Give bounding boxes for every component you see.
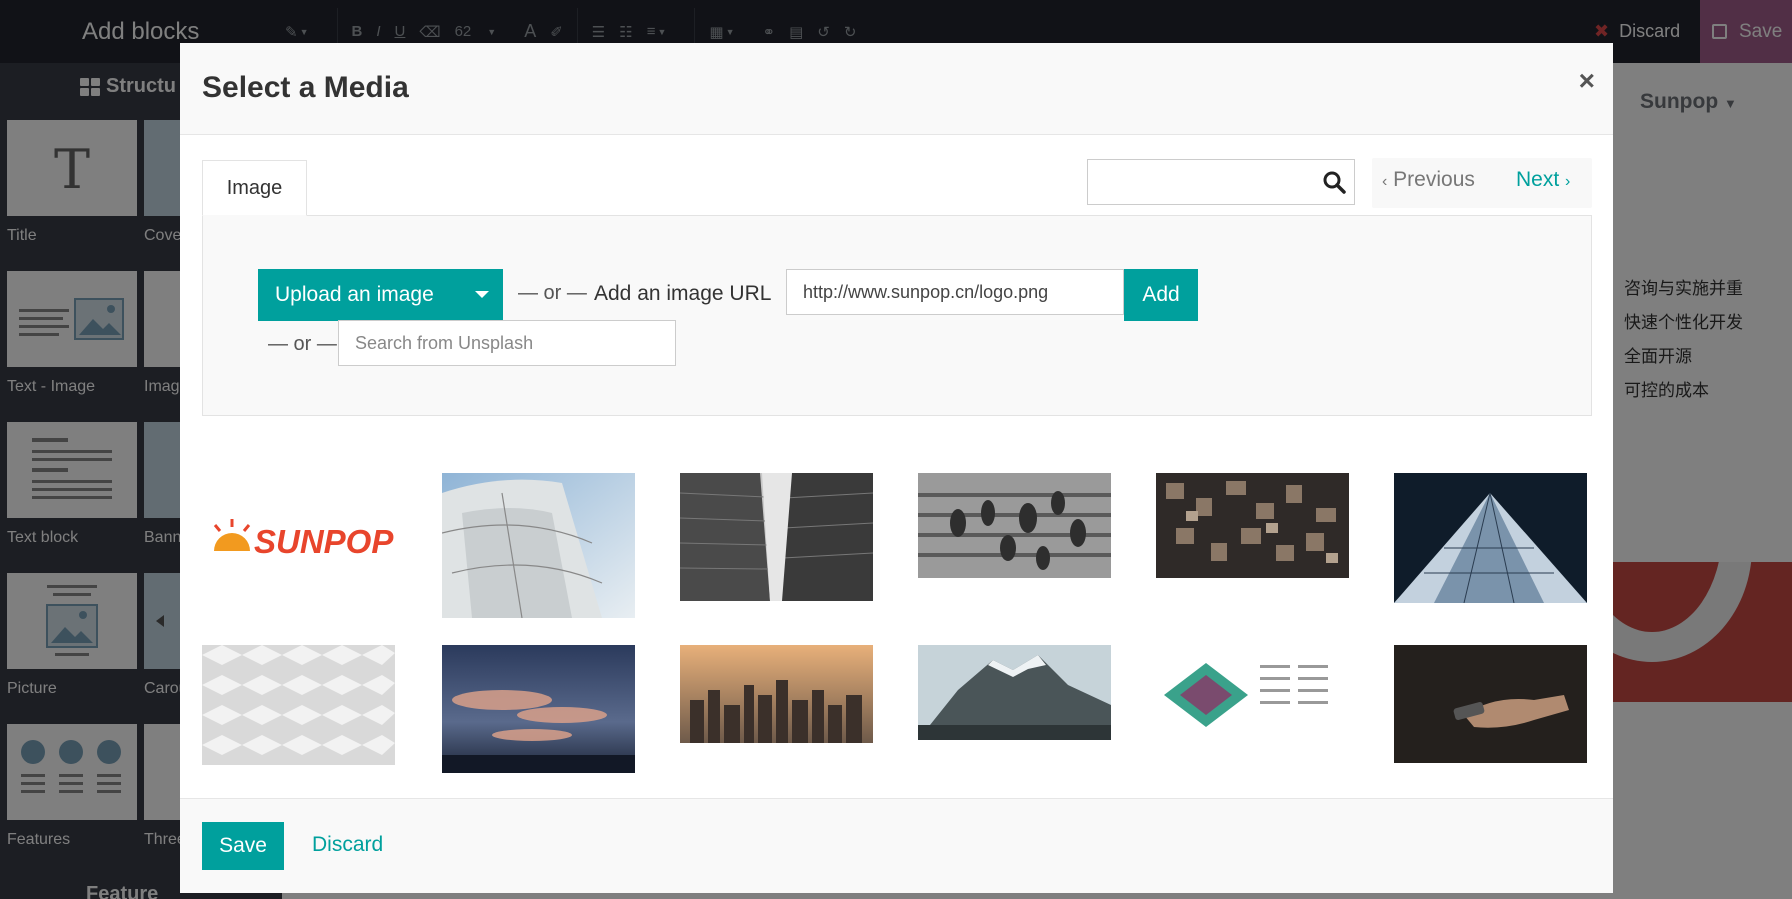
media-thumb-diagram-graphic[interactable] [1156, 645, 1349, 745]
search-icon[interactable] [1322, 170, 1346, 194]
modal-header: Select a Media × [180, 43, 1613, 135]
media-thumb-mountain[interactable] [918, 645, 1111, 740]
media-thumb-building-bw[interactable] [680, 473, 873, 601]
media-thumb-sunpop-logo[interactable]: SUNPOP [202, 473, 395, 593]
modal-title: Select a Media [202, 71, 409, 104]
media-thumb-crowd-stairs[interactable] [918, 473, 1111, 578]
unsplash-search-input[interactable] [338, 320, 676, 366]
previous-page-link[interactable]: ‹ Previous [1382, 168, 1475, 192]
save-button[interactable]: Save [202, 822, 284, 870]
tab-image[interactable]: Image [202, 160, 307, 216]
image-url-label: Add an image URL [594, 282, 772, 305]
chevron-right-icon: › [1565, 173, 1571, 190]
media-thumb-sail-sky[interactable] [442, 473, 635, 618]
sunpop-logo-text: SUNPOP [254, 523, 394, 560]
select-media-dialog: Select a Media × Image ‹ Previous Next ›… [180, 43, 1613, 893]
media-thumb-city-skyline[interactable] [680, 645, 873, 743]
upload-image-label: Upload an image [275, 283, 434, 306]
media-thumb-glass-skyscraper[interactable] [1394, 473, 1587, 603]
upload-panel: Upload an image — or — Add an image URL … [202, 216, 1592, 416]
previous-label: Previous [1393, 168, 1475, 191]
image-url-input[interactable] [786, 269, 1124, 315]
search-input[interactable] [1088, 160, 1308, 204]
add-url-button[interactable]: Add [1124, 269, 1198, 321]
media-thumb-white-facade[interactable] [202, 645, 395, 765]
modal-footer: Save Discard [180, 798, 1613, 893]
discard-button[interactable]: Discard [312, 833, 383, 857]
media-thumb-hand-phone[interactable] [1394, 645, 1587, 763]
close-icon[interactable]: × [1579, 65, 1595, 97]
media-search [1087, 159, 1355, 205]
or-separator: — or — [268, 333, 337, 355]
or-separator: — or — [518, 282, 587, 304]
media-thumb-type-blocks[interactable] [1156, 473, 1349, 578]
media-thumb-sunset-clouds[interactable] [442, 645, 635, 773]
upload-image-button[interactable]: Upload an image [258, 269, 503, 321]
next-page-link[interactable]: Next › [1516, 168, 1570, 192]
caret-down-icon[interactable] [475, 291, 489, 298]
next-label: Next [1516, 168, 1560, 191]
chevron-left-icon: ‹ [1382, 173, 1388, 190]
